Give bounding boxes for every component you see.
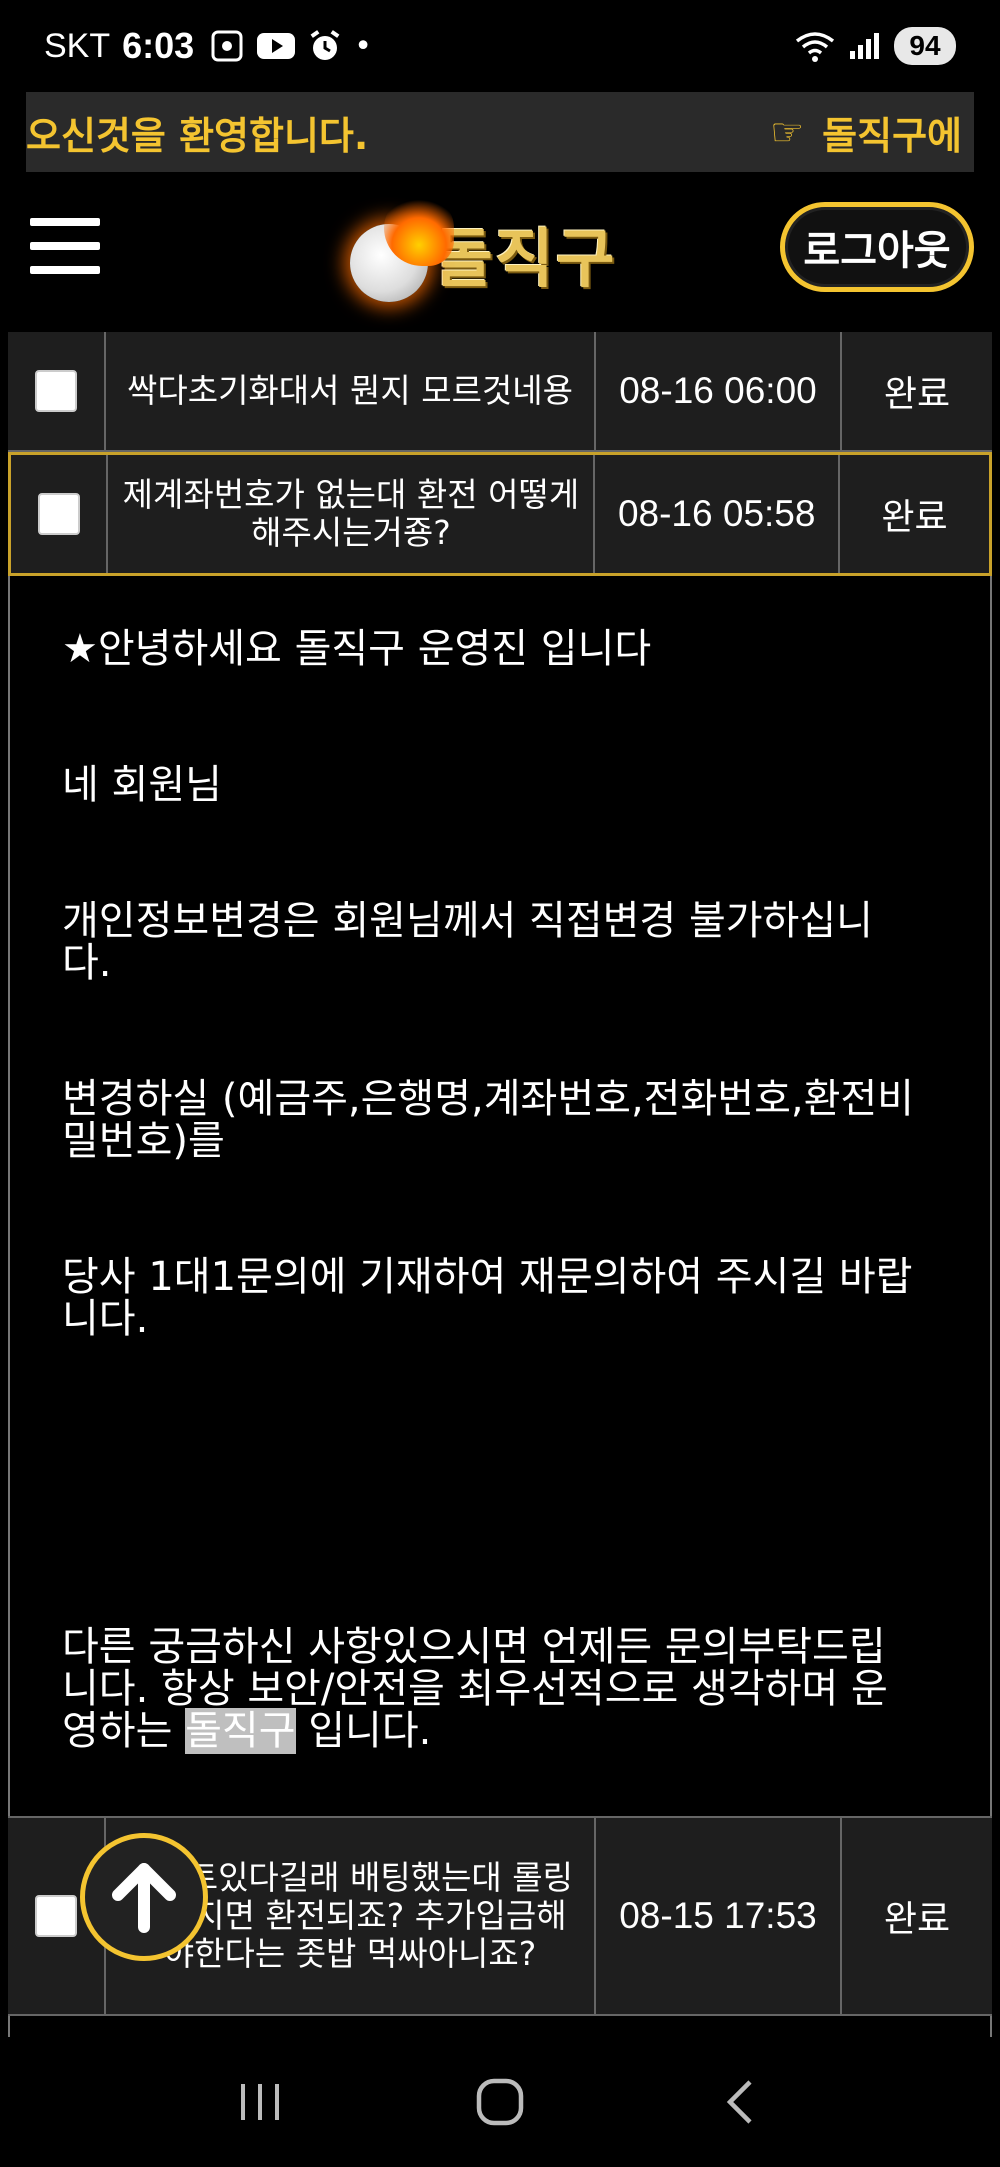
- answer-text: 니다.: [62, 1296, 149, 1342]
- baseball-fire-icon: [350, 196, 454, 302]
- answer-text: 당사 1대1문의에 기재하여 재문의하여 주시길 바랍: [62, 1254, 913, 1300]
- status-bar: SKT 6:03 • 94: [0, 0, 1000, 92]
- inquiry-status: 완료: [881, 497, 948, 538]
- screenshot-icon: [210, 29, 244, 63]
- site-header: 돌직구 로그아웃: [0, 172, 1000, 332]
- scroll-to-top-button[interactable]: [80, 1833, 208, 1961]
- answer-text: 변경하실 (예금주,은행명,계좌번호,전화번호,환전비: [62, 1076, 914, 1122]
- marquee-text-left: 오신것을 환영합니다.: [26, 113, 369, 158]
- inquiry-date: 08-16 06:00: [596, 332, 842, 450]
- hamburger-menu-icon[interactable]: [30, 218, 100, 274]
- logo-text: 돌직구: [434, 223, 617, 297]
- answer-text: 다른 궁금하신 사항있으시면 언제든 문의부탁드립: [62, 1624, 886, 1670]
- signal-icon: [848, 31, 882, 61]
- marquee-text-right: 돌직구에: [822, 113, 962, 158]
- highlighted-text: 돌직구: [185, 1708, 296, 1754]
- inquiry-list: 싹다초기화대서 뭔지 모르것네용 08-16 06:00 완료 제계좌번호가 없…: [0, 332, 1000, 2037]
- clock: 6:03: [122, 25, 195, 66]
- inquiry-title[interactable]: 싹다초기화대서 뭔지 모르것네용: [106, 332, 596, 450]
- table-row-selected[interactable]: 제계좌번호가 없는대 환전 어떻게 해주시는거죵? 08-16 05:58 완료: [8, 452, 992, 576]
- back-icon[interactable]: [680, 2062, 800, 2142]
- inquiry-date: 08-15 17:53: [596, 1818, 842, 2014]
- site-logo[interactable]: 돌직구: [350, 194, 650, 314]
- row-checkbox[interactable]: [35, 1895, 77, 1937]
- inquiry-date: 08-16 05:58: [595, 455, 840, 573]
- alarm-icon: [308, 29, 342, 63]
- inquiry-title[interactable]: 제계좌번호가 없는대 환전 어떻게 해주시는거죵?: [108, 455, 596, 573]
- home-icon[interactable]: [440, 2062, 560, 2142]
- answer-greeting: ★안녕하세요 돌직구 운영진 입니다: [62, 626, 652, 672]
- wifi-icon: [794, 29, 836, 63]
- answer-panel: ★안녕하세요 돌직구 운영진 입니다 네 회원님 개인정보변경은 회원님께서 직…: [8, 576, 992, 1816]
- welcome-marquee: 오신것을 환영합니다. ☞ 돌직구에: [26, 92, 974, 172]
- row-checkbox[interactable]: [37, 493, 80, 535]
- inquiry-status: 완료: [883, 1899, 951, 1940]
- carrier-label: SKT: [44, 26, 111, 65]
- answer-text: 니다. 항상 보안/안전을 최우선적으로 생각하며 운: [62, 1666, 888, 1712]
- answer-text: 네 회원님: [62, 762, 222, 808]
- logout-button[interactable]: 로그아웃: [780, 202, 974, 292]
- recent-apps-icon[interactable]: [200, 2062, 320, 2142]
- youtube-icon: [256, 31, 296, 61]
- table-row[interactable]: 싹다초기화대서 뭔지 모르것네용 08-16 06:00 완료: [8, 332, 992, 452]
- notification-dot: •: [354, 28, 372, 64]
- inquiry-status: 완료: [883, 374, 951, 415]
- row-checkbox[interactable]: [35, 370, 77, 412]
- pointing-hand-icon: ☞: [770, 110, 805, 154]
- answer-text: 다.: [62, 940, 112, 986]
- system-nav-bar: [0, 2037, 1000, 2167]
- battery-level: 94: [894, 27, 956, 65]
- answer-text: 밀번호)를: [62, 1118, 225, 1164]
- arrow-up-icon: [112, 1863, 176, 1933]
- answer-text: 영하는 돌직구 입니다.: [62, 1708, 432, 1754]
- answer-text: 개인정보변경은 회원님께서 직접변경 불가하십니: [62, 898, 873, 944]
